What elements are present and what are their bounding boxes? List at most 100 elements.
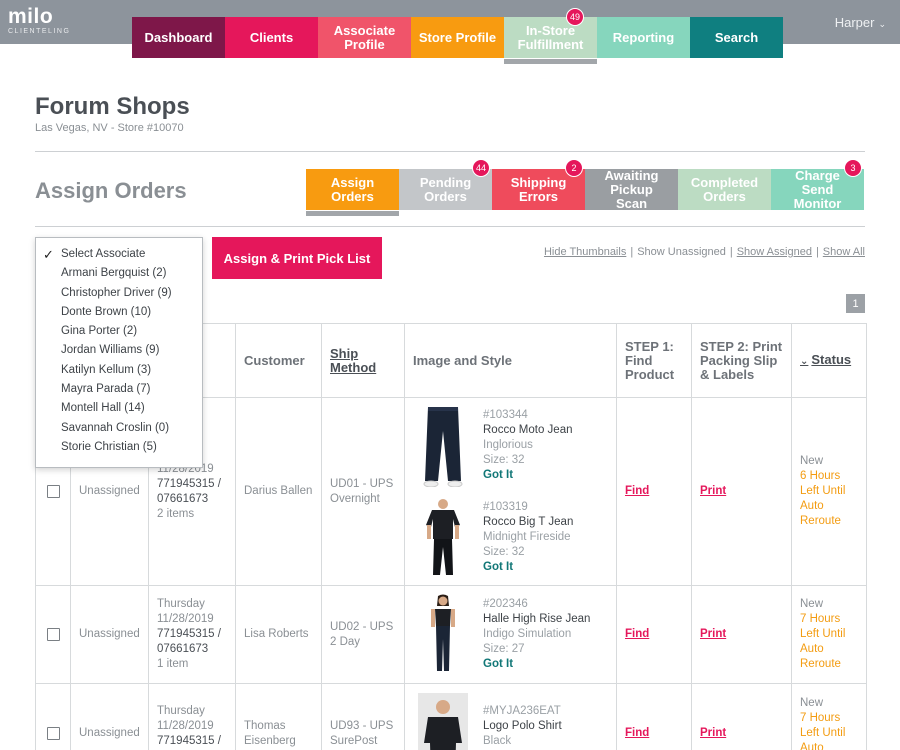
find-cell: Find [616, 683, 692, 750]
count-badge: 49 [566, 8, 585, 26]
product-sku: #MYJA236EAT [483, 704, 561, 717]
section-title: Assign Orders [35, 178, 187, 203]
product-size: Size: 27 [483, 643, 525, 655]
tab-label: Pending Orders [419, 174, 472, 204]
show-all-link[interactable]: Show All [823, 246, 865, 258]
product-sku: #103319 [483, 501, 528, 513]
tab-assign-orders[interactable]: Assign Orders [306, 169, 399, 216]
count-badge: 44 [471, 159, 490, 177]
user-name: Harper [834, 15, 875, 30]
dropdown-option[interactable]: Armani Bergquist (2) [36, 264, 202, 283]
logo-subtitle: CLIENTELING [8, 28, 71, 35]
row-checkbox[interactable] [46, 727, 60, 740]
nav-store-profile[interactable]: Store Profile [411, 17, 504, 58]
logo-word: milo [8, 5, 54, 28]
tab-label: Assign Orders [330, 174, 375, 204]
dropdown-option[interactable]: Christopher Driver (9) [36, 284, 202, 303]
status-time: 7 Hours Left Until Auto Reroute [800, 613, 846, 670]
product-color: Inglorious [483, 439, 533, 451]
find-link[interactable]: Find [625, 628, 649, 640]
image-style-cell: #202346 Halle High Rise Jean Indigo Simu… [404, 585, 617, 684]
nav-in-store-fulfillment[interactable]: In-Store Fulfillment 49 [504, 8, 597, 64]
select-cell [35, 585, 71, 684]
tab-completed-orders[interactable]: Completed Orders [678, 169, 771, 210]
ship-method-cell: UD93 - UPS SurePost [321, 683, 405, 750]
assign-print-button[interactable]: Assign & Print Pick List [212, 237, 382, 279]
tab-awaiting-pickup-scan[interactable]: Awaiting Pickup Scan [585, 168, 678, 210]
nav-associate-profile[interactable]: Associate Profile [318, 17, 411, 58]
product-thumbnail[interactable] [413, 592, 473, 678]
dropdown-option[interactable]: ✓ Select Associate [36, 245, 202, 264]
status-cell: New 6 Hours Left Until Auto Reroute [791, 397, 867, 586]
nav-clients[interactable]: Clients [225, 17, 318, 58]
order-number: 771945315 / 07661673 [157, 628, 221, 655]
dropdown-option[interactable]: Storie Christian (5) [36, 438, 202, 457]
subtab-bar: Assign Orders Pending Orders 44 Shipping Er… [306, 159, 864, 216]
page-number[interactable]: 1 [846, 294, 865, 313]
header-status[interactable]: ⌄ Status [791, 323, 867, 398]
find-link[interactable]: Find [625, 727, 649, 739]
option-label: Select Associate [61, 248, 146, 260]
dropdown-option[interactable]: Jordan Williams (9) [36, 341, 202, 360]
dropdown-option[interactable]: Gina Porter (2) [36, 322, 202, 341]
show-assigned-link[interactable]: Show Assigned [737, 246, 812, 258]
product-thumbnail[interactable] [413, 495, 473, 581]
page-title: Forum Shops [35, 93, 190, 120]
user-menu[interactable]: Harper ⌄ [835, 15, 886, 30]
count-badge: 3 [844, 159, 862, 177]
dropdown-option[interactable]: Katilyn Kellum (3) [36, 361, 202, 380]
row-checkbox[interactable] [46, 628, 60, 641]
milo-logo[interactable]: milo CLIENTELING [8, 6, 70, 35]
got-it-link[interactable]: Got It [483, 560, 573, 575]
row-checkbox[interactable] [46, 485, 60, 498]
dropdown-option[interactable]: Savannah Croslin (0) [36, 419, 202, 438]
option-label: Mayra Parada (7) [61, 383, 151, 396]
items-count: 2 items [157, 507, 195, 520]
header-ship-method[interactable]: Ship Method [321, 323, 405, 398]
print-cell: Print [691, 585, 792, 684]
product-color: Indigo Simulation [483, 628, 572, 640]
show-unassigned-label: Show Unassigned [637, 246, 726, 258]
nav-label: Search [714, 29, 759, 45]
nav-label: Store Profile [418, 29, 497, 45]
got-it-link[interactable]: Got It [483, 468, 573, 483]
find-link[interactable]: Find [625, 485, 649, 497]
nav-dashboard[interactable]: Dashboard [132, 17, 225, 58]
tab-shipping-errors[interactable]: Shipping Errors 2 [492, 159, 585, 210]
print-link[interactable]: Print [700, 727, 726, 739]
print-link[interactable]: Print [700, 628, 726, 640]
product-thumbnail[interactable] [413, 691, 473, 750]
got-it-link[interactable]: Got It [483, 657, 590, 672]
tab-pending-orders[interactable]: Pending Orders 44 [399, 159, 492, 210]
option-label: Katilyn Kellum (3) [61, 363, 152, 376]
order-day: Thursday [157, 704, 205, 717]
nav-reporting[interactable]: Reporting [597, 17, 690, 58]
table-row: Unassigned Thursday 11/28/2019 771945315… [35, 585, 867, 684]
order-day: Thursday [157, 598, 205, 610]
status-time: 7 Hours Left Until Auto Reroute [800, 712, 846, 750]
print-cell: Print [691, 397, 792, 586]
find-cell: Find [616, 585, 692, 684]
product-thumbnail[interactable] [413, 403, 473, 489]
assigned-cell: Unassigned [70, 683, 149, 750]
image-style-cell: #MYJA236EAT Logo Polo Shirt Black Size: … [404, 683, 617, 750]
nav-search[interactable]: Search [690, 17, 783, 58]
image-style-cell: #103344 Rocco Moto Jean Inglorious Size:… [404, 397, 617, 586]
product-item: #202346 Halle High Rise Jean Indigo Simu… [413, 589, 608, 681]
product-color: Midnight Fireside [483, 531, 571, 543]
order-date: 11/28/2019 [157, 613, 214, 625]
print-link[interactable]: Print [700, 485, 726, 497]
print-cell: Print [691, 683, 792, 750]
product-color: Black [483, 734, 512, 747]
product-sku: #202346 [483, 598, 528, 610]
dropdown-option[interactable]: Mayra Parada (7) [36, 380, 202, 399]
chevron-down-icon: ⌄ [878, 19, 886, 29]
dropdown-option[interactable]: Montell Hall (14) [36, 399, 202, 418]
tab-charge-send-monitor[interactable]: Charge Send Monitor 3 [771, 159, 864, 210]
hide-thumbnails-link[interactable]: Hide Thumbnails [544, 246, 626, 258]
product-item: #103319 Rocco Big T Jean Midnight Firesi… [413, 492, 608, 584]
associate-dropdown[interactable]: ✓ Select Associate Armani Bergquist (2) Chr… [35, 237, 203, 468]
check-icon: ✓ [43, 247, 54, 262]
status-new: New [800, 598, 824, 610]
dropdown-option[interactable]: Donte Brown (10) [36, 303, 202, 322]
